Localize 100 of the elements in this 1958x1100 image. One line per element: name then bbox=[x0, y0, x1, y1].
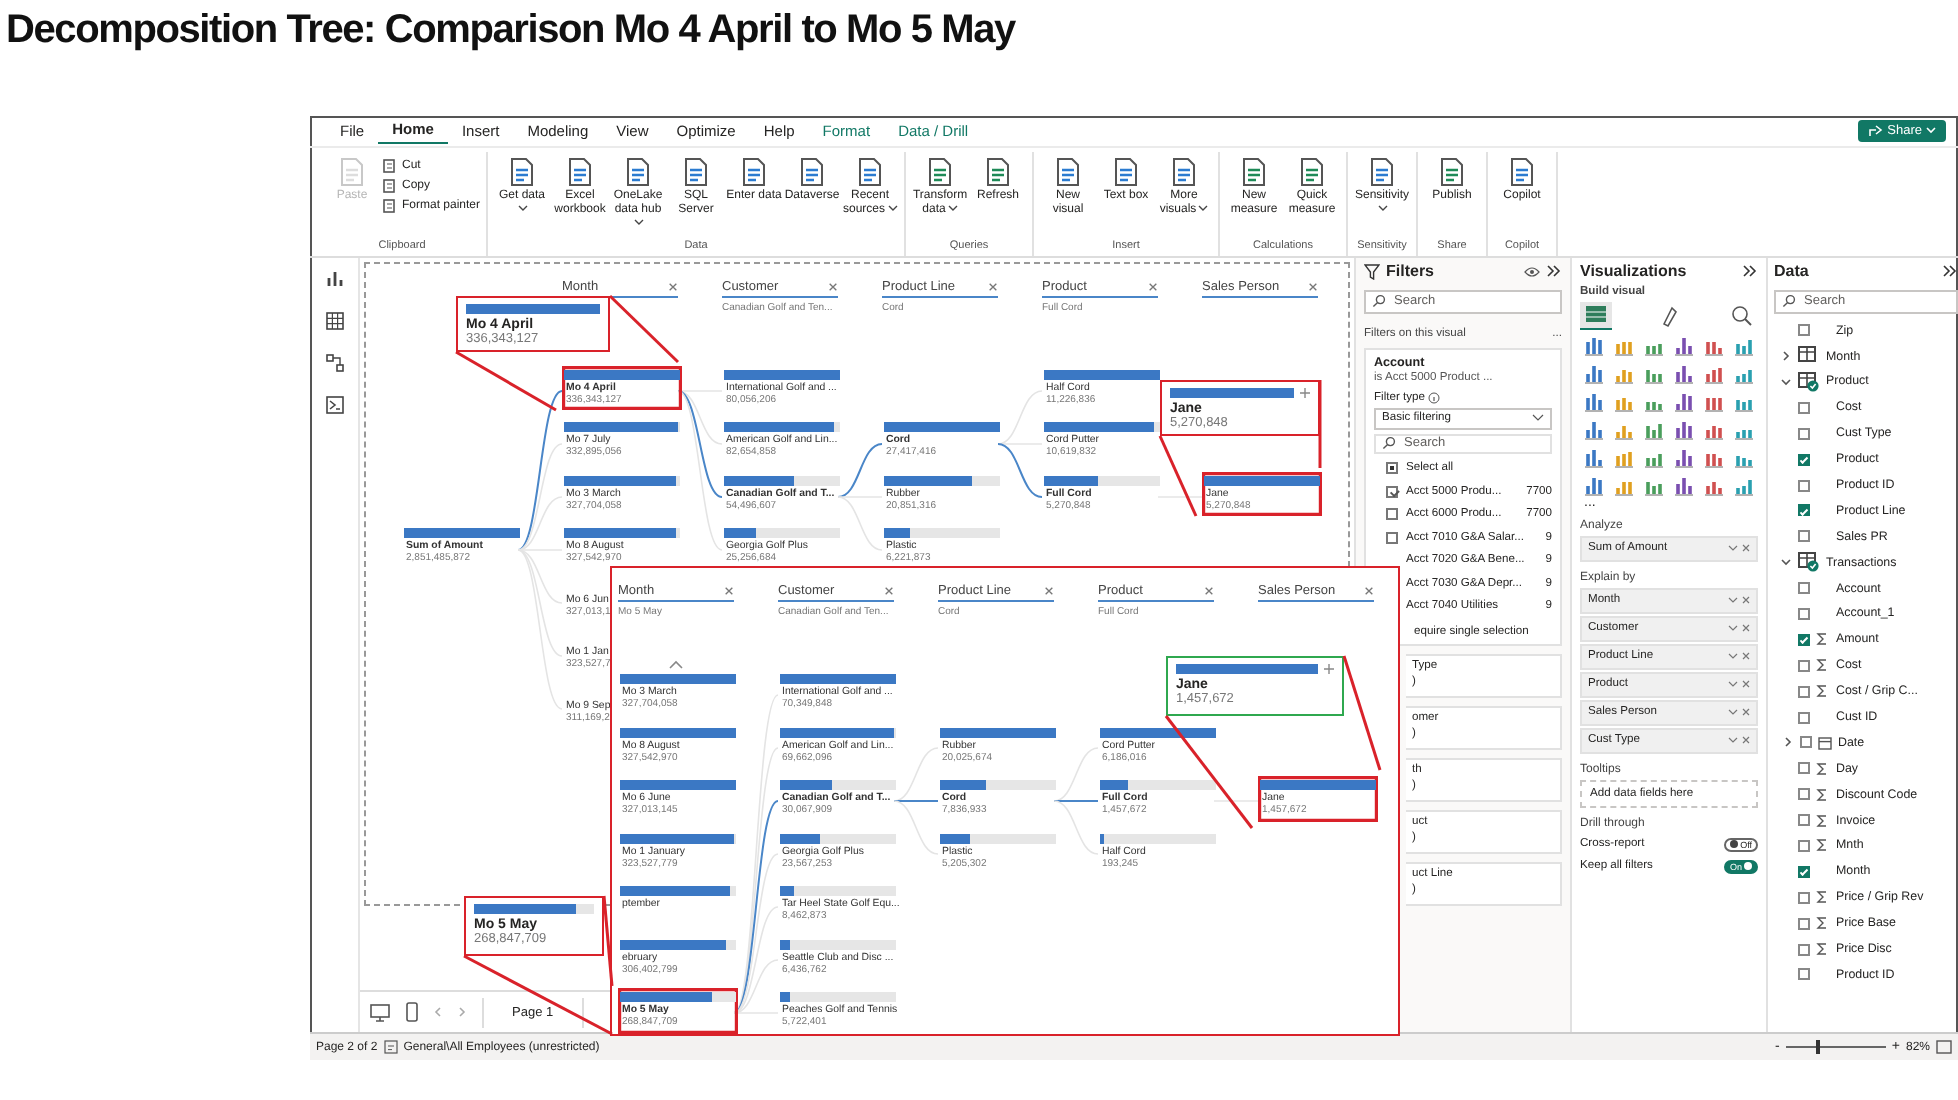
checkbox[interactable] bbox=[1798, 479, 1810, 491]
close-icon[interactable] bbox=[1742, 736, 1750, 745]
chevron-down-icon[interactable] bbox=[1728, 680, 1738, 689]
bar-chart-icon[interactable] bbox=[1673, 335, 1694, 356]
bar-chart-icon[interactable] bbox=[1584, 391, 1605, 412]
checkbox[interactable] bbox=[1386, 462, 1398, 475]
checkbox[interactable] bbox=[1798, 427, 1810, 440]
chevron-up-icon[interactable] bbox=[668, 659, 684, 669]
checkbox[interactable] bbox=[1798, 814, 1810, 827]
bar-chart-icon[interactable] bbox=[1584, 363, 1605, 384]
close-icon[interactable] bbox=[1742, 680, 1750, 689]
checkbox[interactable] bbox=[1798, 968, 1810, 981]
monitor-icon[interactable] bbox=[370, 1003, 390, 1022]
close-icon[interactable] bbox=[1364, 586, 1374, 596]
document-icon bbox=[382, 177, 398, 194]
close-icon[interactable] bbox=[1742, 624, 1750, 633]
eye-icon[interactable] bbox=[1524, 265, 1540, 278]
bar-chart-icon[interactable] bbox=[1584, 419, 1605, 440]
double-chevron-icon[interactable] bbox=[1742, 264, 1758, 279]
checkbox[interactable] bbox=[1798, 891, 1810, 904]
close-icon[interactable] bbox=[668, 281, 678, 292]
close-icon[interactable] bbox=[1742, 652, 1750, 661]
document-icon bbox=[506, 155, 539, 188]
chevron-down-icon[interactable] bbox=[1780, 375, 1792, 388]
grid-icon[interactable] bbox=[325, 311, 343, 330]
chevron-left-icon[interactable] bbox=[434, 1006, 442, 1019]
checkbox[interactable] bbox=[1798, 582, 1810, 595]
close-icon[interactable] bbox=[1044, 586, 1054, 596]
close-icon[interactable] bbox=[884, 586, 894, 596]
search-icon bbox=[1382, 436, 1396, 451]
bar-chart-icon[interactable] bbox=[1584, 335, 1605, 356]
checkbox[interactable] bbox=[1798, 865, 1810, 878]
plus-icon[interactable] bbox=[1300, 388, 1310, 398]
checkbox[interactable] bbox=[1798, 762, 1810, 775]
close-icon[interactable] bbox=[828, 281, 838, 292]
pane-title: Visualizations bbox=[1580, 262, 1687, 281]
checkbox[interactable] bbox=[1798, 633, 1810, 646]
close-icon[interactable] bbox=[988, 281, 998, 292]
checkbox[interactable] bbox=[1386, 531, 1398, 544]
bar-chart-icon[interactable] bbox=[1673, 363, 1694, 384]
bar-chart-icon[interactable] bbox=[1703, 363, 1724, 384]
chevron-down-icon[interactable] bbox=[1728, 544, 1738, 553]
checkbox[interactable] bbox=[1798, 685, 1810, 698]
checkbox[interactable] bbox=[1800, 736, 1812, 749]
bar-chart-icon[interactable] bbox=[1673, 391, 1694, 412]
checkbox[interactable] bbox=[1798, 839, 1810, 852]
checkbox[interactable] bbox=[1798, 453, 1810, 466]
checkbox[interactable] bbox=[1798, 917, 1810, 930]
double-chevron-icon[interactable] bbox=[1942, 264, 1958, 279]
leader-line bbox=[1342, 655, 1382, 771]
bar-chart-icon[interactable] bbox=[1673, 475, 1694, 496]
checkbox[interactable] bbox=[1386, 485, 1398, 498]
document-icon bbox=[1052, 155, 1085, 188]
double-chevron-icon[interactable] bbox=[1546, 264, 1562, 279]
checkbox[interactable] bbox=[1386, 508, 1398, 521]
checkbox[interactable] bbox=[1798, 504, 1810, 517]
brush-icon bbox=[1657, 303, 1681, 328]
formula-icon[interactable] bbox=[325, 395, 343, 414]
chevron-down-icon[interactable] bbox=[1728, 624, 1738, 633]
chevron-down-icon bbox=[1532, 414, 1544, 423]
checkbox[interactable] bbox=[1798, 788, 1810, 801]
checkbox[interactable] bbox=[1798, 711, 1810, 724]
diagram-icon[interactable] bbox=[325, 353, 343, 372]
checkbox[interactable] bbox=[1798, 324, 1810, 337]
table-icon bbox=[1584, 302, 1608, 327]
close-icon[interactable] bbox=[724, 586, 734, 596]
checkbox[interactable] bbox=[1798, 530, 1810, 543]
chevron-down-icon[interactable] bbox=[1728, 708, 1738, 717]
chevron-down-icon[interactable] bbox=[1728, 596, 1738, 605]
phone-icon[interactable] bbox=[406, 1002, 418, 1023]
chevron-right-icon[interactable] bbox=[1782, 736, 1794, 749]
chevron-down-icon[interactable] bbox=[1728, 652, 1738, 661]
chevron-down-icon[interactable] bbox=[1728, 736, 1738, 745]
close-icon[interactable] bbox=[1308, 281, 1318, 292]
chevron-right-icon[interactable] bbox=[1780, 350, 1792, 363]
checkbox[interactable] bbox=[1798, 659, 1810, 672]
document-icon bbox=[1506, 155, 1539, 188]
slider-thumb[interactable] bbox=[1815, 1040, 1820, 1055]
close-icon[interactable] bbox=[1742, 708, 1750, 717]
document-icon bbox=[1168, 155, 1201, 188]
close-icon[interactable] bbox=[1204, 586, 1214, 596]
checkbox[interactable] bbox=[1798, 401, 1810, 414]
build-tab[interactable] bbox=[1580, 301, 1612, 330]
plus-icon[interactable] bbox=[1324, 664, 1334, 674]
close-icon[interactable] bbox=[1742, 544, 1750, 553]
close-icon[interactable] bbox=[1148, 281, 1158, 292]
bar-chart-icon[interactable] bbox=[1673, 447, 1694, 468]
bar-chart-icon[interactable] bbox=[1584, 447, 1605, 468]
fit-page-icon[interactable] bbox=[1936, 1040, 1952, 1055]
magnifier-icon bbox=[1730, 303, 1754, 328]
checkbox[interactable] bbox=[1798, 607, 1810, 620]
chevron-down-icon[interactable] bbox=[1780, 556, 1792, 569]
bar-chart-icon[interactable] bbox=[1673, 419, 1694, 440]
document-icon bbox=[1296, 155, 1329, 188]
close-icon[interactable] bbox=[1742, 596, 1750, 605]
checkbox[interactable] bbox=[1798, 943, 1810, 956]
bar-chart-icon[interactable] bbox=[1584, 475, 1605, 496]
bar-chart-icon[interactable] bbox=[325, 269, 343, 288]
search-icon bbox=[1372, 294, 1386, 309]
document-icon bbox=[564, 155, 597, 188]
